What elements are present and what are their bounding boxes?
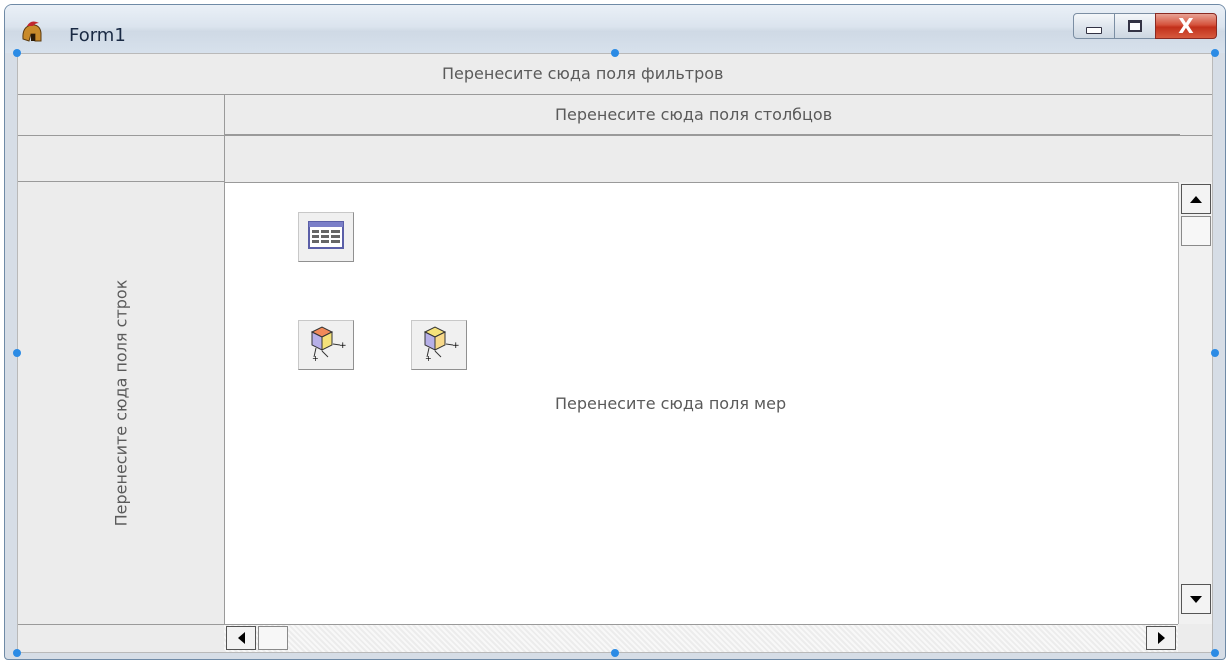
resize-handle-top-left[interactable] bbox=[13, 49, 21, 57]
grid-view-icon bbox=[308, 221, 344, 253]
grid-view-button[interactable] bbox=[298, 212, 354, 262]
svg-text:+: + bbox=[452, 341, 459, 351]
maximize-icon bbox=[1128, 20, 1142, 32]
column-drop-area[interactable]: Перенесите сюда поля столбцов bbox=[225, 95, 1180, 135]
close-icon: X bbox=[1178, 14, 1194, 38]
resize-handle-bottom-left[interactable] bbox=[13, 649, 21, 657]
horizontal-scrollbar[interactable] bbox=[224, 624, 1178, 652]
window-title: Form1 bbox=[69, 25, 126, 46]
scroll-left-button[interactable] bbox=[226, 626, 256, 650]
scroll-down-button[interactable] bbox=[1181, 584, 1211, 614]
measure-drop-area[interactable]: + + + + Перенесите сюда поля мер bbox=[224, 182, 1179, 625]
cube-dimension-button[interactable]: + + bbox=[298, 320, 354, 370]
minimize-button[interactable] bbox=[1073, 13, 1115, 39]
cube-measure-icon: + + bbox=[419, 324, 460, 366]
cube-dimension-icon: + + bbox=[306, 324, 347, 366]
arrow-down-icon bbox=[1190, 595, 1202, 603]
arrow-right-icon bbox=[1157, 632, 1165, 644]
pivot-grid: Перенесите сюда поля фильтров Перенесите… bbox=[17, 53, 1213, 653]
column-area-label: Перенесите сюда поля столбцов bbox=[555, 105, 833, 124]
filter-drop-area[interactable]: Перенесите сюда поля фильтров bbox=[18, 54, 1212, 94]
corner-cell bbox=[18, 136, 224, 182]
arrow-left-icon bbox=[237, 632, 245, 644]
scroll-right-button[interactable] bbox=[1146, 626, 1176, 650]
divider bbox=[224, 134, 1180, 135]
filter-area-label: Перенесите сюда поля фильтров bbox=[442, 64, 724, 83]
column-header-cell bbox=[225, 136, 1212, 182]
arrow-up-icon bbox=[1190, 195, 1202, 203]
form-window: Form1 X Перенесите сюда поля фильтров Пе… bbox=[4, 4, 1226, 660]
vertical-scroll-thumb[interactable] bbox=[1181, 216, 1211, 246]
scrollbar-corner bbox=[1178, 624, 1212, 652]
title-bar[interactable]: Form1 X bbox=[5, 5, 1225, 53]
spartan-helmet-icon[interactable] bbox=[19, 19, 45, 45]
vertical-scrollbar[interactable] bbox=[1178, 182, 1212, 624]
svg-text:+: + bbox=[425, 354, 432, 362]
minimize-icon bbox=[1086, 26, 1102, 34]
cube-measure-button[interactable]: + + bbox=[411, 320, 467, 370]
row-area-label: Перенесите сюда поля строк bbox=[111, 279, 131, 527]
caption-buttons: X bbox=[1073, 13, 1217, 41]
horizontal-scroll-thumb[interactable] bbox=[258, 626, 288, 650]
resize-handle-left[interactable] bbox=[13, 349, 21, 357]
measure-area-label: Перенесите сюда поля мер bbox=[555, 394, 787, 413]
corner-cell bbox=[18, 625, 224, 652]
resize-handle-bottom-right[interactable] bbox=[1211, 649, 1219, 657]
scroll-up-button[interactable] bbox=[1181, 184, 1211, 214]
corner-cell bbox=[18, 95, 224, 135]
resize-handle-bottom[interactable] bbox=[611, 649, 619, 657]
svg-text:+: + bbox=[339, 341, 346, 351]
row-drop-area[interactable]: Перенесите сюда поля строк bbox=[18, 182, 224, 624]
close-button[interactable]: X bbox=[1155, 13, 1217, 39]
resize-handle-top[interactable] bbox=[611, 49, 619, 57]
resize-handle-right[interactable] bbox=[1211, 349, 1219, 357]
svg-text:+: + bbox=[312, 354, 319, 362]
resize-handle-top-right[interactable] bbox=[1211, 49, 1219, 57]
maximize-button[interactable] bbox=[1114, 13, 1156, 39]
